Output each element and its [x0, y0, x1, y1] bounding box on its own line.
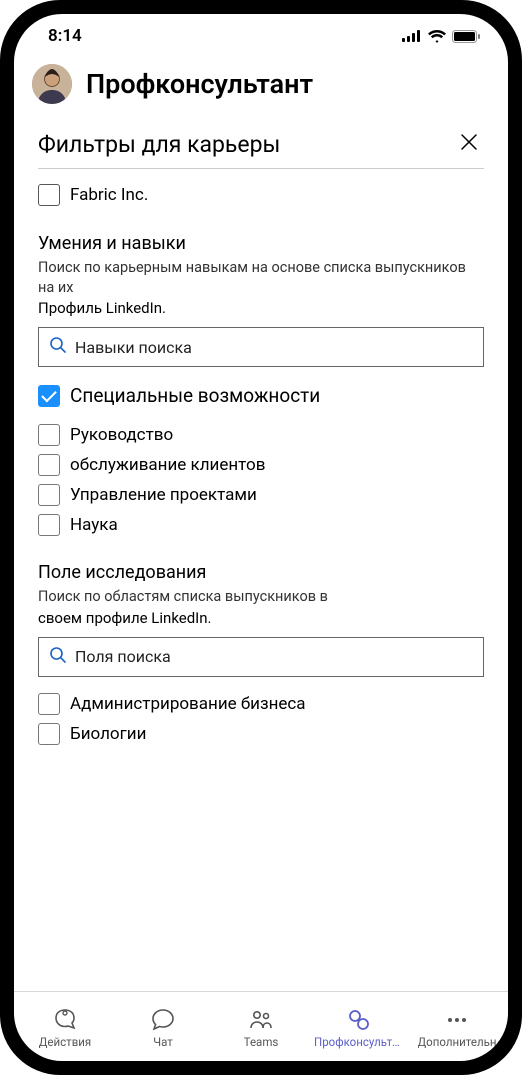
skills-desc-1: Поиск по карьерным навыкам на основе спи…	[38, 258, 484, 297]
checkbox[interactable]	[38, 454, 60, 476]
special-checkbox-row[interactable]: Специальные возможности	[38, 379, 484, 412]
research-search-placeholder: Поля поиска	[75, 647, 171, 666]
skills-search-placeholder: Навыки поиска	[75, 338, 192, 357]
checkbox-checked[interactable]	[38, 385, 60, 407]
skills-desc-2: Профиль LinkedIn.	[38, 299, 484, 317]
phone-frame: 8:14 Профконсультант Фильтры для карьеры	[0, 0, 522, 1075]
skill-row[interactable]: Управление проектами	[38, 480, 484, 510]
tab-label: Чат	[153, 1035, 173, 1049]
app-header: Профконсультант	[14, 58, 508, 116]
status-indicators	[402, 30, 480, 43]
avatar[interactable]	[32, 64, 72, 104]
checkbox[interactable]	[38, 184, 60, 206]
tab-more[interactable]: Дополнительн	[408, 1007, 506, 1049]
tab-label: Действия	[39, 1035, 91, 1049]
research-list: Администрирование бизнеса Биологии	[38, 689, 484, 749]
company-checkbox-row[interactable]: Fabric Inc.	[38, 179, 484, 211]
skill-row[interactable]: обслуживание клиентов	[38, 450, 484, 480]
checkbox[interactable]	[38, 424, 60, 446]
skill-label: обслуживание клиентов	[70, 455, 265, 475]
checkbox[interactable]	[38, 723, 60, 745]
status-time: 8:14	[48, 26, 82, 46]
tab-coach[interactable]: Профконсультант	[310, 1007, 408, 1049]
checkbox[interactable]	[38, 693, 60, 715]
app-title: Профконсультант	[86, 68, 313, 100]
checkbox[interactable]	[38, 484, 60, 506]
tab-chat[interactable]: Чат	[114, 1007, 212, 1049]
battery-icon	[452, 30, 480, 43]
research-desc-1: Поиск по областям списка выпускников в	[38, 587, 484, 607]
tab-label: Дополнительн	[418, 1035, 497, 1049]
skill-label: Наука	[70, 515, 118, 535]
checkbox[interactable]	[38, 514, 60, 536]
research-title: Поле исследования	[38, 562, 484, 583]
special-label: Специальные возможности	[70, 384, 320, 407]
tab-label: Профконсультант	[314, 1035, 404, 1049]
skills-list: Руководство обслуживание клиентов Управл…	[38, 420, 484, 540]
research-desc-2: своем профиле LinkedIn.	[38, 609, 484, 627]
wifi-icon	[428, 30, 446, 43]
company-label: Fabric Inc.	[70, 185, 148, 205]
panel-title: Фильтры для карьеры	[38, 131, 280, 158]
tab-activity[interactable]: Действия	[16, 1007, 114, 1049]
skill-label: Руководство	[70, 425, 173, 445]
research-row[interactable]: Биологии	[38, 719, 484, 749]
screen: 8:14 Профконсультант Фильтры для карьеры	[14, 14, 508, 1061]
tab-teams[interactable]: Teams	[212, 1007, 310, 1049]
panel-header: Фильтры для карьеры	[38, 126, 484, 169]
tab-label: Teams	[244, 1035, 279, 1049]
skills-section: Умения и навыки Поиск по карьерным навык…	[38, 233, 484, 540]
research-section: Поле исследования Поиск по областям спис…	[38, 562, 484, 749]
skills-title: Умения и навыки	[38, 233, 484, 254]
tab-bar: Действия Чат Teams Профконсультант Допол…	[14, 991, 508, 1061]
skill-row[interactable]: Наука	[38, 510, 484, 540]
skill-row[interactable]: Руководство	[38, 420, 484, 450]
close-icon[interactable]	[454, 126, 484, 162]
content: Фильтры для карьеры Fabric Inc. Умения и…	[14, 116, 508, 991]
research-row[interactable]: Администрирование бизнеса	[38, 689, 484, 719]
research-label: Биологии	[70, 724, 146, 744]
skill-label: Управление проектами	[70, 485, 257, 505]
search-icon	[49, 336, 67, 358]
status-bar: 8:14	[14, 14, 508, 58]
skills-search-input[interactable]: Навыки поиска	[38, 327, 484, 367]
cellular-icon	[402, 30, 422, 42]
research-label: Администрирование бизнеса	[70, 694, 306, 714]
research-search-input[interactable]: Поля поиска	[38, 637, 484, 677]
search-icon	[49, 646, 67, 668]
